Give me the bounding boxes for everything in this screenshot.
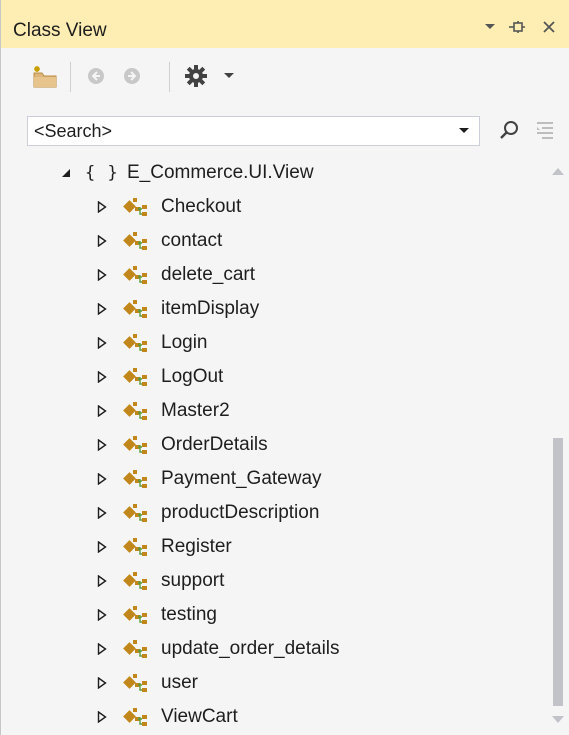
- scroll-up-arrow-icon[interactable]: [546, 163, 569, 179]
- namespace-icon: { }: [85, 163, 119, 183]
- tree-class-node[interactable]: OrderDetails: [1, 429, 546, 461]
- close-icon[interactable]: [538, 16, 560, 38]
- collapsed-triangle-icon[interactable]: [95, 268, 109, 282]
- collapsed-triangle-icon[interactable]: [95, 336, 109, 350]
- tree-class-node[interactable]: Register: [1, 531, 546, 563]
- collapsed-triangle-icon[interactable]: [95, 302, 109, 316]
- toolbar-separator: [169, 62, 170, 92]
- class-icon: [123, 502, 149, 524]
- search-combobox[interactable]: [27, 116, 480, 146]
- class-label: LogOut: [161, 366, 224, 387]
- tree-class-node[interactable]: productDescription: [1, 497, 546, 529]
- tree-class-node[interactable]: Checkout: [1, 191, 546, 223]
- sort-members-icon[interactable]: [531, 115, 559, 145]
- back-icon[interactable]: [83, 62, 109, 90]
- class-view-panel: Class View <Search> {} E_Commerce.UI.Vi…: [0, 0, 569, 735]
- class-label: update_order_details: [161, 638, 340, 659]
- new-folder-icon[interactable]: [27, 62, 61, 90]
- collapsed-triangle-icon[interactable]: [95, 540, 109, 554]
- class-label: Master2: [161, 400, 230, 421]
- class-label: Login: [161, 332, 208, 353]
- tree-class-node[interactable]: support: [1, 565, 546, 597]
- class-icon: [123, 434, 149, 456]
- collapsed-triangle-icon[interactable]: [95, 710, 109, 724]
- collapsed-triangle-icon[interactable]: [95, 506, 109, 520]
- tree-class-node[interactable]: testing: [1, 599, 546, 631]
- dropdown-arrow-icon[interactable]: [479, 16, 501, 38]
- class-tree: { } E_Commerce.UI.View Checkout contact …: [1, 155, 546, 735]
- class-label: productDescription: [161, 502, 320, 523]
- scroll-down-arrow-icon[interactable]: [546, 711, 569, 727]
- tree-class-node[interactable]: ViewCart: [1, 701, 546, 733]
- collapsed-triangle-icon[interactable]: [95, 472, 109, 486]
- tree-class-node[interactable]: delete_cart: [1, 259, 546, 291]
- tree-class-node[interactable]: user: [1, 667, 546, 699]
- collapsed-triangle-icon[interactable]: [95, 642, 109, 656]
- class-icon: [123, 706, 149, 728]
- class-label: Checkout: [161, 196, 242, 217]
- toolbar: [1, 48, 569, 106]
- class-icon: [123, 366, 149, 388]
- class-label: Payment_Gateway: [161, 468, 322, 489]
- chevron-down-icon[interactable]: [453, 117, 475, 145]
- class-label: OrderDetails: [161, 434, 268, 455]
- class-label: delete_cart: [161, 264, 256, 285]
- chevron-down-icon[interactable]: [219, 62, 239, 90]
- class-icon: [123, 230, 149, 252]
- search-input[interactable]: [28, 117, 454, 145]
- scroll-thumb[interactable]: [553, 438, 563, 706]
- collapsed-triangle-icon[interactable]: [95, 608, 109, 622]
- collapsed-triangle-icon[interactable]: [95, 234, 109, 248]
- collapsed-triangle-icon[interactable]: [95, 370, 109, 384]
- class-icon: [123, 672, 149, 694]
- class-icon: [123, 298, 149, 320]
- class-icon: [123, 332, 149, 354]
- tree-namespace-node[interactable]: { } E_Commerce.UI.View: [1, 157, 546, 189]
- tree-class-node[interactable]: contact: [1, 225, 546, 257]
- class-icon: [123, 196, 149, 218]
- collapsed-triangle-icon[interactable]: [95, 404, 109, 418]
- class-label: user: [161, 672, 198, 693]
- title-bar: Class View: [1, 0, 569, 48]
- tree-class-node[interactable]: itemDisplay: [1, 293, 546, 325]
- namespace-label: E_Commerce.UI.View: [127, 162, 314, 183]
- pin-icon[interactable]: [506, 16, 528, 38]
- panel-title: Class View: [13, 20, 107, 41]
- class-label: Register: [161, 536, 232, 557]
- tree-class-node[interactable]: Master2: [1, 395, 546, 427]
- class-icon: [123, 570, 149, 592]
- search-icon[interactable]: [495, 115, 523, 145]
- tree-class-node[interactable]: update_order_details: [1, 633, 546, 665]
- collapsed-triangle-icon[interactable]: [95, 438, 109, 452]
- class-icon: [123, 536, 149, 558]
- settings-gear-icon[interactable]: [181, 62, 211, 90]
- class-icon: [123, 604, 149, 626]
- class-icon: [123, 468, 149, 490]
- collapsed-triangle-icon[interactable]: [95, 574, 109, 588]
- vertical-scrollbar[interactable]: [546, 155, 569, 735]
- collapsed-triangle-icon[interactable]: [95, 200, 109, 214]
- tree-class-node[interactable]: LogOut: [1, 361, 546, 393]
- class-icon: [123, 638, 149, 660]
- class-icon: [123, 400, 149, 422]
- class-label: ViewCart: [161, 706, 238, 727]
- class-label: itemDisplay: [161, 298, 260, 319]
- tree-class-node[interactable]: Payment_Gateway: [1, 463, 546, 495]
- class-label: support: [161, 570, 225, 591]
- class-label: contact: [161, 230, 223, 251]
- collapsed-triangle-icon[interactable]: [95, 676, 109, 690]
- toolbar-separator: [70, 62, 71, 92]
- expanded-triangle-icon[interactable]: [59, 166, 73, 180]
- class-icon: [123, 264, 149, 286]
- class-label: testing: [161, 604, 217, 625]
- tree-class-node[interactable]: Login: [1, 327, 546, 359]
- forward-icon[interactable]: [119, 62, 145, 90]
